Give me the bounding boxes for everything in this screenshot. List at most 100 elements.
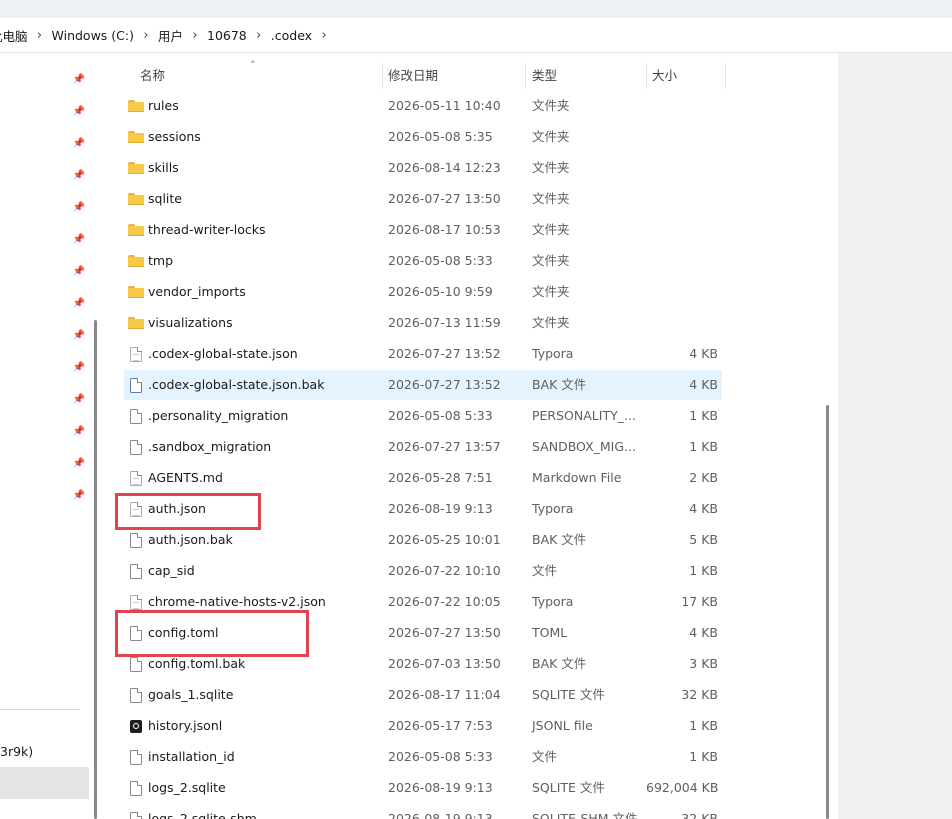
table-row[interactable]: visualizations 2026-07-13 11:59 文件夹 [124, 308, 722, 338]
table-row[interactable]: sqlite 2026-07-27 13:50 文件夹 [124, 184, 722, 214]
pin-icon: 📌 [72, 394, 86, 405]
file-date: 2026-05-28 7:51 [388, 470, 493, 485]
file-type: 文件夹 [532, 284, 570, 299]
file-name: .sandbox_migration [148, 439, 272, 454]
table-row[interactable]: goals_1.sqlite 2026-08-17 11:04 SQLITE 文件 3… [124, 680, 722, 710]
column-separator[interactable] [725, 63, 726, 89]
file-type: TOML [532, 625, 568, 640]
pin-icon: 📌 [72, 490, 86, 501]
pin-icon: 📌 [72, 266, 86, 277]
breadcrumb[interactable]: 此电脑 › Windows (C:) › 用户 › 10678 › .codex… [0, 18, 952, 53]
file-date: 2026-05-08 5:33 [388, 749, 493, 764]
file-size: 1 KB [689, 439, 718, 454]
file-date: 2026-05-08 5:35 [388, 129, 493, 144]
file-list[interactable]: ˄ 名称 修改日期 类型 大小 rules 2026-05-11 10:40 文件夹… [110, 53, 838, 819]
table-row[interactable]: vendor_imports 2026-05-10 9:59 文件夹 [124, 277, 722, 307]
table-row[interactable]: sessions 2026-05-08 5:35 文件夹 [124, 122, 722, 152]
breadcrumb-item-codex[interactable]: .codex › [267, 18, 332, 52]
file-icon [130, 688, 142, 703]
file-icon [130, 781, 142, 796]
file-name: rules [148, 98, 179, 113]
file-date: 2026-07-27 13:52 [388, 346, 501, 361]
table-row[interactable]: .codex-global-state.json.bak 2026-07-27 1… [124, 370, 722, 400]
file-type: Markdown File [532, 470, 622, 485]
typora-file-icon [130, 347, 142, 362]
file-date: 2026-07-27 13:50 [388, 191, 501, 206]
table-row[interactable]: cap_sid 2026-07-22 10:10 文件 1 KB [124, 556, 722, 586]
file-type: BAK 文件 [532, 532, 587, 547]
file-date: 2026-07-22 10:05 [388, 594, 501, 609]
breadcrumb-item-this-pc[interactable]: 此电脑 › [0, 18, 48, 52]
file-date: 2026-05-11 10:40 [388, 98, 501, 113]
file-type: SQLITE-SHM 文件 [532, 811, 638, 819]
table-row[interactable]: .personality_migration 2026-05-08 5:33 PER… [124, 401, 722, 431]
folder-icon [128, 131, 144, 143]
sort-ascending-icon[interactable]: ˄ [250, 59, 256, 72]
table-row[interactable]: thread-writer-locks 2026-08-17 10:53 文件夹 [124, 215, 722, 245]
file-date: 2026-05-08 5:33 [388, 408, 493, 423]
file-name: tmp [148, 253, 174, 268]
table-row[interactable]: skills 2026-08-14 12:23 文件夹 [124, 153, 722, 183]
column-header-date[interactable]: 修改日期 [378, 61, 438, 91]
annotation-highlight-box [115, 493, 261, 530]
chevron-right-icon[interactable]: › [187, 28, 203, 43]
file-date: 2026-07-22 10:10 [388, 563, 501, 578]
file-type: BAK 文件 [532, 656, 587, 671]
typora-file-icon [130, 595, 142, 610]
file-date: 2026-07-27 13:50 [388, 625, 501, 640]
file-name: sessions [148, 129, 201, 144]
chevron-right-icon[interactable]: › [32, 28, 48, 43]
chevron-right-icon[interactable]: › [251, 28, 267, 43]
file-type: 文件夹 [532, 315, 570, 330]
file-date: 2026-07-27 13:57 [388, 439, 501, 454]
breadcrumb-item-user-folder[interactable]: 10678 › [203, 18, 267, 52]
file-list-scrollbar[interactable] [826, 405, 829, 819]
nav-scrollbar[interactable] [94, 320, 97, 819]
file-name: thread-writer-locks [148, 222, 266, 237]
table-row[interactable]: AGENTS.md 2026-05-28 7:51 Markdown File 2 K… [124, 463, 722, 493]
file-type: JSONL file [532, 718, 593, 733]
table-row[interactable]: installation_id 2026-05-08 5:33 文件 1 KB [124, 742, 722, 772]
table-row[interactable]: .sandbox_migration 2026-07-27 13:57 SANDBO… [124, 432, 722, 462]
file-size: 1 KB [689, 749, 718, 764]
pin-icon: 📌 [72, 74, 86, 85]
file-date: 2026-05-10 9:59 [388, 284, 493, 299]
column-header-row: ˄ 名称 修改日期 类型 大小 [110, 59, 730, 91]
table-row[interactable]: tmp 2026-05-08 5:33 文件夹 [124, 246, 722, 276]
file-size: 1 KB [689, 408, 718, 423]
file-name: logs_2.sqlite-shm [148, 811, 257, 819]
pin-icon: 📌 [72, 170, 86, 181]
table-row[interactable]: rules 2026-05-11 10:40 文件夹 [124, 91, 722, 121]
nav-item-selected[interactable] [0, 767, 89, 799]
file-type: SQLITE 文件 [532, 780, 605, 795]
chevron-right-icon[interactable]: › [316, 28, 332, 43]
file-name: goals_1.sqlite [148, 687, 234, 702]
file-size: 2 KB [689, 470, 718, 485]
pin-icon: 📌 [72, 362, 86, 373]
file-size: 692,004 KB [646, 780, 719, 795]
window-right-gutter [838, 53, 952, 819]
navigation-pane[interactable]: 📌 📌 📌 📌 📌 📌 📌 📌 📌 📌 📌 📌 📌 📌 3r9k) [0, 53, 97, 819]
file-type: 文件夹 [532, 191, 570, 206]
file-type: 文件 [532, 563, 558, 578]
column-header-size[interactable]: 大小 [642, 61, 677, 91]
table-row[interactable]: history.jsonl 2026-05-17 7:53 JSONL file 1 … [124, 711, 722, 741]
nav-item-label[interactable]: 3r9k) [0, 744, 33, 759]
file-name: .codex-global-state.json.bak [148, 377, 325, 392]
column-header-type[interactable]: 类型 [522, 61, 557, 91]
file-date: 2026-05-08 5:33 [388, 253, 493, 268]
table-row[interactable]: .codex-global-state.json 2026-07-27 13:52… [124, 339, 722, 369]
table-row[interactable]: logs_2.sqlite-shm 2026-08-19 9:13 SQLITE-S… [124, 804, 722, 819]
breadcrumb-item-users[interactable]: 用户 › [154, 18, 203, 52]
file-date: 2026-08-17 10:53 [388, 222, 501, 237]
folder-icon [128, 162, 144, 174]
file-icon [130, 657, 142, 672]
table-row[interactable]: logs_2.sqlite 2026-08-19 9:13 SQLITE 文件 692… [124, 773, 722, 803]
chevron-right-icon[interactable]: › [138, 28, 154, 43]
column-header-name[interactable]: 名称 [130, 61, 165, 91]
file-type: 文件夹 [532, 98, 570, 113]
file-icon [130, 440, 142, 455]
file-name: logs_2.sqlite [148, 780, 226, 795]
file-icon [130, 409, 142, 424]
breadcrumb-item-drive[interactable]: Windows (C:) › [48, 18, 154, 52]
